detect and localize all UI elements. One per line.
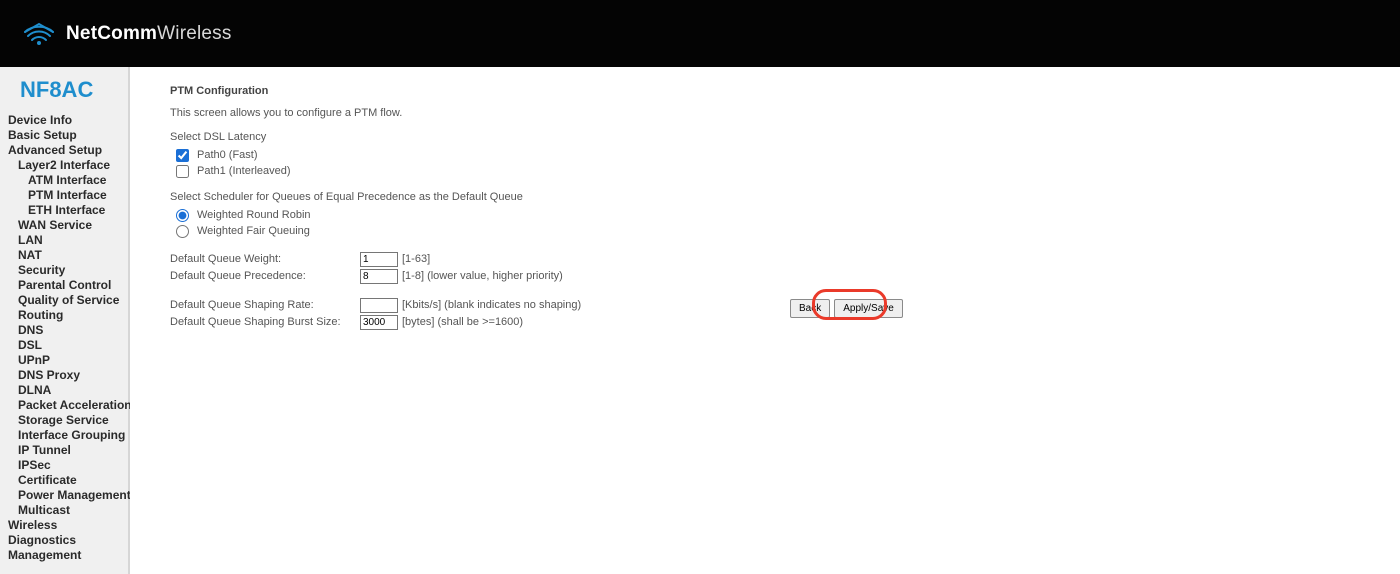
brand-text: NetCommWireless: [66, 23, 232, 45]
nav-ipsec[interactable]: IPSec: [8, 458, 128, 473]
weight-row: Default Queue Weight: [1-63]: [170, 251, 1360, 268]
nav-ip-tunnel[interactable]: IP Tunnel: [8, 443, 128, 458]
nav-device-info[interactable]: Device Info: [8, 113, 128, 128]
apply-save-button[interactable]: Apply/Save: [834, 299, 903, 318]
dsl-latency-label: Select DSL Latency: [170, 131, 1360, 143]
nav-storage-service[interactable]: Storage Service: [8, 413, 128, 428]
nav-security[interactable]: Security: [8, 263, 128, 278]
precedence-label: Default Queue Precedence:: [170, 268, 360, 285]
nav-layer2-interface[interactable]: Layer2 Interface: [8, 158, 128, 173]
nav-dlna[interactable]: DLNA: [8, 383, 128, 398]
nav-basic-setup[interactable]: Basic Setup: [8, 128, 128, 143]
path1-checkbox[interactable]: [176, 165, 189, 178]
nav-parental-control[interactable]: Parental Control: [8, 278, 128, 293]
path0-label: Path0 (Fast): [197, 147, 258, 163]
nav-list: Device Info Basic Setup Advanced Setup L…: [8, 113, 128, 563]
nav-dns-proxy[interactable]: DNS Proxy: [8, 368, 128, 383]
nav-ptm-interface[interactable]: PTM Interface: [8, 188, 128, 203]
shaping-burst-row: Default Queue Shaping Burst Size: [bytes…: [170, 314, 1360, 331]
nav-multicast[interactable]: Multicast: [8, 503, 128, 518]
wrr-row[interactable]: Weighted Round Robin: [176, 207, 1360, 223]
nav-atm-interface[interactable]: ATM Interface: [8, 173, 128, 188]
button-row: Back Apply/Save: [790, 299, 903, 318]
wrr-radio[interactable]: [176, 209, 189, 222]
precedence-hint: [1-8] (lower value, higher priority): [402, 268, 563, 285]
nav-dns[interactable]: DNS: [8, 323, 128, 338]
back-button[interactable]: Back: [790, 299, 830, 318]
nav-interface-grouping[interactable]: Interface Grouping: [8, 428, 128, 443]
path1-label: Path1 (Interleaved): [197, 163, 291, 179]
nav-diagnostics[interactable]: Diagnostics: [8, 533, 128, 548]
nav-nat[interactable]: NAT: [8, 248, 128, 263]
shaping-burst-hint: [bytes] (shall be >=1600): [402, 314, 523, 331]
brand-light: Wireless: [157, 23, 231, 44]
nav-packet-acceleration[interactable]: Packet Acceleration: [8, 398, 128, 413]
content-pane: PTM Configuration This screen allows you…: [130, 67, 1400, 574]
brand-bold: NetComm: [66, 23, 157, 44]
wfq-label: Weighted Fair Queuing: [197, 223, 310, 239]
nav-certificate[interactable]: Certificate: [8, 473, 128, 488]
brand-logo: NetCommWireless: [22, 21, 232, 47]
top-bar: NetCommWireless: [0, 0, 1400, 67]
path1-row[interactable]: Path1 (Interleaved): [176, 163, 1360, 179]
nav-wan-service[interactable]: WAN Service: [8, 218, 128, 233]
wfq-row[interactable]: Weighted Fair Queuing: [176, 223, 1360, 239]
nav-upnp[interactable]: UPnP: [8, 353, 128, 368]
nav-management[interactable]: Management: [8, 548, 128, 563]
scheduler-label: Select Scheduler for Queues of Equal Pre…: [170, 191, 1360, 203]
nav-dsl[interactable]: DSL: [8, 338, 128, 353]
model-label: NF8AC: [8, 75, 128, 103]
shaping-rate-row: Default Queue Shaping Rate: [Kbits/s] (b…: [170, 297, 1360, 314]
path0-row[interactable]: Path0 (Fast): [176, 147, 1360, 163]
precedence-input[interactable]: [360, 269, 398, 284]
weight-label: Default Queue Weight:: [170, 251, 360, 268]
shaping-rate-input[interactable]: [360, 298, 398, 313]
nav-power-management[interactable]: Power Management: [8, 488, 128, 503]
precedence-row: Default Queue Precedence: [1-8] (lower v…: [170, 268, 1360, 285]
sidebar: NF8AC Device Info Basic Setup Advanced S…: [0, 67, 130, 574]
nav-lan[interactable]: LAN: [8, 233, 128, 248]
wfq-radio[interactable]: [176, 225, 189, 238]
shaping-burst-label: Default Queue Shaping Burst Size:: [170, 314, 360, 331]
nav-quality-of-service[interactable]: Quality of Service: [8, 293, 128, 308]
nav-eth-interface[interactable]: ETH Interface: [8, 203, 128, 218]
page-description: This screen allows you to configure a PT…: [170, 107, 1360, 119]
nav-advanced-setup[interactable]: Advanced Setup: [8, 143, 128, 158]
shaping-rate-label: Default Queue Shaping Rate:: [170, 297, 360, 314]
wrr-label: Weighted Round Robin: [197, 207, 311, 223]
weight-hint: [1-63]: [402, 251, 430, 268]
page-title: PTM Configuration: [170, 85, 1360, 97]
wifi-arc-icon: [22, 21, 56, 47]
path0-checkbox[interactable]: [176, 149, 189, 162]
shaping-burst-input[interactable]: [360, 315, 398, 330]
nav-wireless[interactable]: Wireless: [8, 518, 128, 533]
shaping-rate-hint: [Kbits/s] (blank indicates no shaping): [402, 297, 581, 314]
nav-routing[interactable]: Routing: [8, 308, 128, 323]
weight-input[interactable]: [360, 252, 398, 267]
